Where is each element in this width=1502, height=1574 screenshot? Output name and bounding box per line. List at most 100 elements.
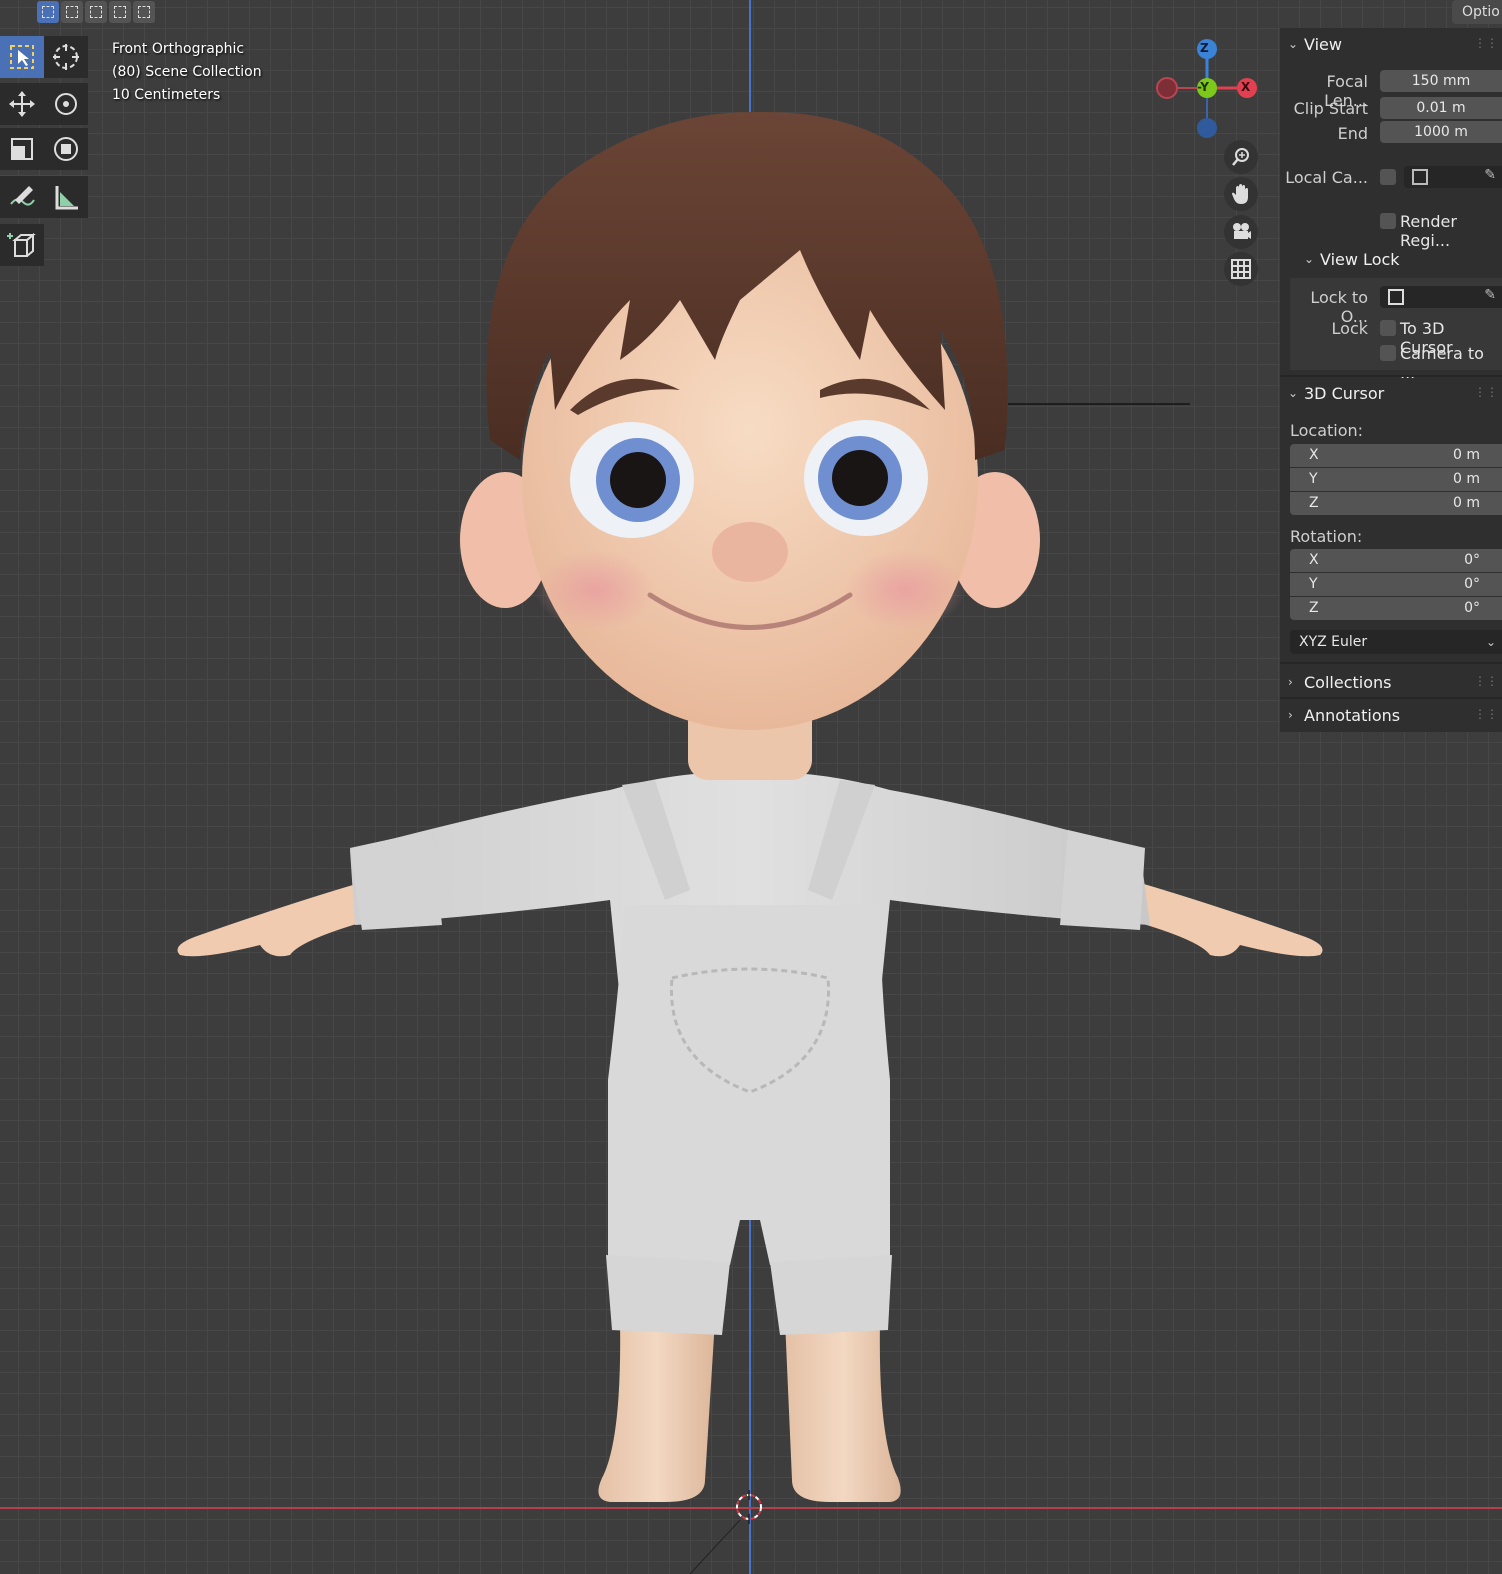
rotate-icon[interactable]	[44, 83, 88, 125]
eyedropper-icon[interactable]: ✎	[1484, 167, 1496, 183]
grid-scale: 10 Centimeters	[112, 87, 221, 103]
3d-cursor-header[interactable]: ⌄ 3D Cursor	[1288, 381, 1384, 405]
collection-name: (80) Scene Collection	[112, 64, 262, 80]
camera-line	[689, 1519, 741, 1574]
camera-to-view-checkbox[interactable]	[1380, 345, 1396, 361]
rotation-x-field[interactable]: X 0°	[1290, 549, 1502, 572]
local-camera-field[interactable]: ✎	[1404, 166, 1502, 188]
focal-length-field[interactable]: 150 mm	[1380, 70, 1502, 92]
axis-letter: Z	[1309, 600, 1319, 616]
annotations-title: Annotations	[1304, 705, 1401, 725]
left-hand	[177, 880, 370, 957]
chevron-down-icon: ⌄	[1304, 252, 1315, 266]
axis-letter: X	[1309, 447, 1319, 463]
render-region-checkbox[interactable]	[1380, 213, 1396, 229]
field-value: 0 m	[1453, 447, 1480, 463]
field-value: 0 m	[1453, 495, 1480, 511]
clip-end-field[interactable]: 1000 m	[1380, 121, 1502, 143]
drag-handle-icon[interactable]: ⋮⋮	[1474, 385, 1498, 399]
view-section-header[interactable]: ⌄ View	[1288, 32, 1342, 56]
scale-icon[interactable]	[0, 128, 44, 170]
measure-icon[interactable]	[44, 176, 88, 218]
select-new-icon[interactable]	[37, 1, 59, 23]
lock-to-object-field[interactable]: ✎	[1380, 286, 1502, 308]
drag-handle-icon[interactable]: ⋮⋮	[1474, 674, 1498, 688]
navigation-gizmo[interactable]: Z -Y X	[1150, 36, 1265, 146]
3d-cursor-marker[interactable]	[736, 1490, 762, 1524]
select-invert-icon[interactable]	[109, 1, 131, 23]
chevron-down-icon: ⌄	[1485, 635, 1496, 649]
chevron-right-icon: ›	[1288, 708, 1293, 722]
left-leg	[598, 1320, 715, 1502]
clip-end-label: End	[1337, 124, 1368, 143]
render-region-label: Render Regi...	[1400, 212, 1457, 250]
viewport-info: Front Orthographic (80) Scene Collection…	[112, 38, 262, 107]
left-cheek	[535, 550, 655, 630]
3d-cursor-title: 3D Cursor	[1304, 383, 1385, 403]
local-camera-label: Local Ca...	[1285, 168, 1368, 187]
select-extend-icon[interactable]	[61, 1, 83, 23]
rotation-label: Rotation:	[1290, 527, 1363, 546]
select-box-icon[interactable]	[0, 36, 44, 78]
add-cube-icon[interactable]	[0, 224, 44, 266]
view-name: Front Orthographic	[112, 41, 245, 57]
to-3d-cursor-checkbox[interactable]	[1380, 320, 1396, 336]
select-subtract-icon[interactable]	[85, 1, 107, 23]
object-icon	[1388, 289, 1404, 305]
cursor-icon[interactable]	[44, 36, 88, 78]
rotation-mode-select[interactable]: XYZ Euler ⌄	[1290, 630, 1502, 654]
right-pupil	[832, 450, 888, 506]
axis-letter: Y	[1309, 471, 1318, 487]
camera-object-icon	[1412, 169, 1428, 185]
field-value: 0°	[1464, 576, 1480, 592]
right-hand	[1130, 880, 1323, 957]
pan-hand-icon[interactable]	[1224, 177, 1258, 211]
annotations-header[interactable]: › Annotations	[1288, 703, 1400, 727]
section-divider	[1280, 662, 1502, 664]
move-icon[interactable]	[0, 83, 44, 125]
clip-start-label: Clip Start	[1293, 99, 1368, 118]
rotation-z-field[interactable]: Z 0°	[1290, 597, 1502, 620]
zoom-icon[interactable]	[1224, 140, 1258, 174]
overalls	[608, 905, 890, 1265]
rotation-y-field[interactable]: Y 0°	[1290, 573, 1502, 596]
view-lock-header[interactable]: ⌄ View Lock	[1304, 247, 1400, 271]
camera-icon[interactable]	[1224, 215, 1258, 249]
location-y-field[interactable]: Y 0 m	[1290, 468, 1502, 491]
select-intersect-icon[interactable]	[133, 1, 155, 23]
nose	[712, 522, 788, 582]
drag-handle-icon[interactable]: ⋮⋮	[1474, 36, 1498, 50]
options-button[interactable]: Optio	[1452, 0, 1502, 24]
right-leg	[785, 1320, 901, 1502]
eyedropper-icon[interactable]: ✎	[1484, 287, 1496, 303]
field-value: 0°	[1464, 600, 1480, 616]
chevron-right-icon: ›	[1288, 675, 1293, 689]
left-shorts-cuff	[606, 1255, 730, 1335]
annotate-icon[interactable]	[0, 176, 44, 218]
axis-letter: X	[1309, 552, 1319, 568]
rotation-mode-value: XYZ Euler	[1299, 634, 1368, 650]
axis-letter: Y	[1309, 576, 1318, 592]
transform-icon[interactable]	[44, 128, 88, 170]
select-mode-group	[37, 1, 155, 23]
chevron-down-icon: ⌄	[1288, 386, 1299, 400]
view-section-title: View	[1304, 34, 1342, 54]
local-camera-checkbox[interactable]	[1380, 169, 1396, 185]
chevron-down-icon: ⌄	[1288, 37, 1299, 51]
character-model[interactable]	[0, 0, 1502, 1574]
lock-label: Lock	[1331, 319, 1368, 338]
drag-handle-icon[interactable]: ⋮⋮	[1474, 707, 1498, 721]
axis-letter: Z	[1309, 495, 1319, 511]
grid-icon[interactable]	[1224, 252, 1258, 286]
collections-header[interactable]: › Collections	[1288, 670, 1391, 694]
3d-viewport[interactable]	[0, 0, 1502, 1574]
location-z-field[interactable]: Z 0 m	[1290, 492, 1502, 515]
clip-start-field[interactable]: 0.01 m	[1380, 97, 1502, 119]
collections-title: Collections	[1304, 672, 1392, 692]
right-cheek	[845, 550, 965, 630]
location-label: Location:	[1290, 421, 1364, 440]
left-pupil	[610, 452, 666, 508]
section-divider	[1280, 375, 1502, 377]
location-x-field[interactable]: X 0 m	[1290, 444, 1502, 467]
gizmo-z-label: Z	[1200, 41, 1209, 55]
